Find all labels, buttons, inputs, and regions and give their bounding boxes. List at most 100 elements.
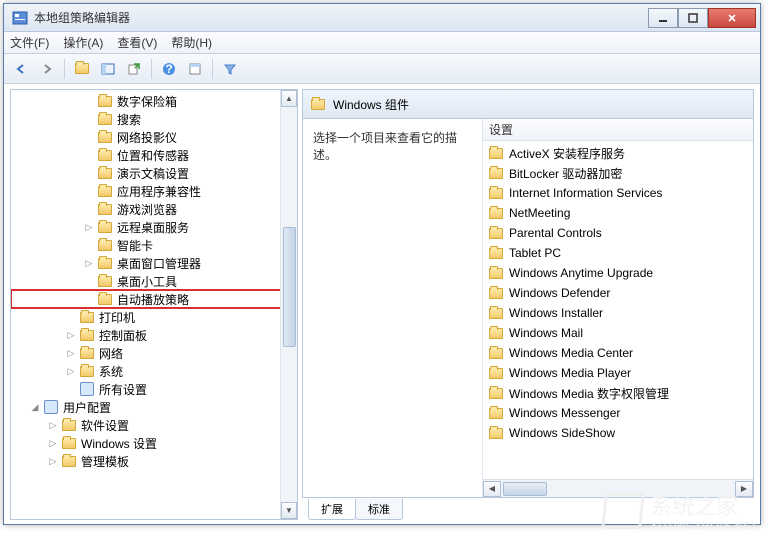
tree-item[interactable]: 数字保险箱	[11, 92, 297, 110]
tree-item[interactable]: ◢用户配置	[11, 398, 297, 416]
folder-icon	[489, 428, 503, 439]
toolbar-separator	[151, 59, 152, 79]
expand-icon[interactable]: ▷	[83, 221, 95, 233]
list-item-label: ActiveX 安装程序服务	[509, 145, 625, 162]
tree-item[interactable]: ▷ 系统	[11, 362, 297, 380]
minimize-button[interactable]	[648, 8, 678, 28]
tree-item-label: 系统	[99, 363, 123, 380]
no-expander	[83, 239, 95, 251]
expand-icon[interactable]: ▷	[47, 437, 59, 449]
list-item[interactable]: Tablet PC	[483, 243, 753, 263]
tree-item[interactable]: ▷ 网络	[11, 344, 297, 362]
tree-item[interactable]: 演示文稿设置	[11, 164, 297, 182]
tree-item-label: 游戏浏览器	[117, 201, 177, 218]
filter-button[interactable]	[219, 58, 241, 80]
tree-item-label: 控制面板	[99, 327, 147, 344]
expand-icon[interactable]: ▷	[47, 419, 59, 431]
tree-item[interactable]: 桌面小工具	[11, 272, 297, 290]
tree-item[interactable]: 所有设置	[11, 380, 297, 398]
list-item[interactable]: Parental Controls	[483, 223, 753, 243]
folder-icon	[311, 99, 325, 110]
expand-icon[interactable]: ▷	[65, 329, 77, 341]
collapse-icon[interactable]: ◢	[29, 401, 41, 413]
list-item-label: Internet Information Services	[509, 186, 662, 200]
list-item[interactable]: ActiveX 安装程序服务	[483, 143, 753, 163]
folder-icon	[489, 388, 503, 399]
properties-button[interactable]	[184, 58, 206, 80]
forward-button[interactable]	[36, 58, 58, 80]
close-button[interactable]	[708, 8, 756, 28]
menu-help[interactable]: 帮助(H)	[171, 34, 212, 51]
folder-icon	[79, 363, 95, 379]
folder-up-button[interactable]	[71, 58, 93, 80]
list-item[interactable]: Windows Media Player	[483, 363, 753, 383]
description-column: 选择一个项目来查看它的描述。	[303, 119, 483, 497]
back-button[interactable]	[10, 58, 32, 80]
list-item[interactable]: Windows Defender	[483, 283, 753, 303]
expand-icon[interactable]: ▷	[65, 365, 77, 377]
list-item[interactable]: Internet Information Services	[483, 183, 753, 203]
list-item[interactable]: Windows Messenger	[483, 403, 753, 423]
tree-item[interactable]: 游戏浏览器	[11, 200, 297, 218]
tree-item[interactable]: ▷管理模板	[11, 452, 297, 470]
tree-item[interactable]: 应用程序兼容性	[11, 182, 297, 200]
tree-pane[interactable]: 数字保险箱搜索网络投影仪位置和传感器演示文稿设置应用程序兼容性游戏浏览器 ▷ 远程桌…	[10, 89, 298, 520]
tree-item[interactable]: 自动播放策略	[11, 290, 297, 308]
show-tree-button[interactable]	[97, 58, 119, 80]
settings-icon	[79, 381, 95, 397]
tab-standard[interactable]: 标准	[355, 499, 403, 520]
tree-item[interactable]: 位置和传感器	[11, 146, 297, 164]
tree-item-label: 位置和传感器	[117, 147, 189, 164]
tree-item[interactable]: 搜索	[11, 110, 297, 128]
details-header: Windows 组件	[302, 89, 754, 119]
titlebar[interactable]: 本地组策略编辑器	[4, 4, 760, 32]
hscroll-thumb[interactable]	[503, 482, 547, 496]
scroll-right-button[interactable]: ▶	[735, 481, 753, 497]
tree-item-label: 桌面小工具	[117, 273, 177, 290]
no-expander	[83, 95, 95, 107]
list-item[interactable]: NetMeeting	[483, 203, 753, 223]
no-expander	[65, 383, 77, 395]
scroll-thumb[interactable]	[283, 227, 296, 347]
maximize-button[interactable]	[678, 8, 708, 28]
expand-icon[interactable]: ▷	[83, 257, 95, 269]
scroll-left-button[interactable]: ◀	[483, 481, 501, 497]
tree-item[interactable]: 打印机	[11, 308, 297, 326]
export-button[interactable]	[123, 58, 145, 80]
list-item[interactable]: Windows Anytime Upgrade	[483, 263, 753, 283]
tree-item[interactable]: ▷ 远程桌面服务	[11, 218, 297, 236]
tree-item[interactable]: ▷ 控制面板	[11, 326, 297, 344]
tree-item[interactable]: 智能卡	[11, 236, 297, 254]
list-item[interactable]: Windows Mail	[483, 323, 753, 343]
list-item[interactable]: Windows Installer	[483, 303, 753, 323]
menu-file[interactable]: 文件(F)	[10, 34, 49, 51]
scroll-up-button[interactable]: ▲	[281, 90, 297, 107]
help-button[interactable]: ?	[158, 58, 180, 80]
expand-icon[interactable]: ▷	[47, 455, 59, 467]
tab-extended[interactable]: 扩展	[308, 499, 356, 520]
window-controls	[648, 8, 756, 28]
menu-view[interactable]: 查看(V)	[117, 34, 157, 51]
tree-item-label: 应用程序兼容性	[117, 183, 201, 200]
tree-item-label: 远程桌面服务	[117, 219, 189, 236]
horizontal-scrollbar[interactable]: ◀ ▶	[483, 479, 753, 497]
folder-icon	[489, 348, 503, 359]
expand-icon[interactable]: ▷	[65, 347, 77, 359]
list-item[interactable]: BitLocker 驱动器加密	[483, 163, 753, 183]
no-expander	[83, 149, 95, 161]
list-item[interactable]: Windows Media 数字权限管理	[483, 383, 753, 403]
list-item[interactable]: Windows SideShow	[483, 423, 753, 443]
tree-scrollbar[interactable]: ▲ ▼	[280, 90, 297, 519]
column-header-settings[interactable]: 设置	[483, 119, 753, 141]
list-item-label: Windows Media Center	[509, 346, 633, 360]
tree-item[interactable]: ▷Windows 设置	[11, 434, 297, 452]
menu-action[interactable]: 操作(A)	[63, 34, 103, 51]
tree-item-label: 网络	[99, 345, 123, 362]
tree-item[interactable]: ▷桌面窗口管理器	[11, 254, 297, 272]
settings-list[interactable]: ActiveX 安装程序服务BitLocker 驱动器加密 Internet In…	[483, 141, 753, 479]
tree-item[interactable]: 网络投影仪	[11, 128, 297, 146]
tree-item[interactable]: ▷软件设置	[11, 416, 297, 434]
folder-icon	[97, 165, 113, 181]
list-item[interactable]: Windows Media Center	[483, 343, 753, 363]
scroll-down-button[interactable]: ▼	[281, 502, 297, 519]
